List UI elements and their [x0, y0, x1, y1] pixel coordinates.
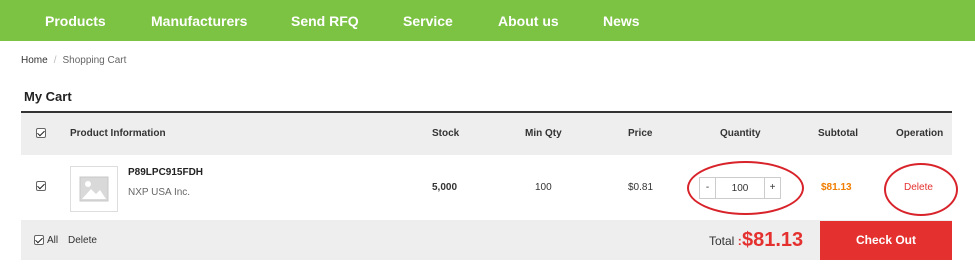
price-value: $0.81 — [628, 182, 654, 193]
header-product-information: Product Information — [70, 128, 166, 139]
cart-footer: All Delete Total : $81.13 Check Out — [21, 221, 952, 260]
nav-item-news[interactable]: News — [603, 0, 640, 41]
cart-row: P89LPC915FDH NXP USA Inc. 5,000 100 $0.8… — [21, 155, 952, 221]
delete-selected-link[interactable]: Delete — [68, 221, 97, 260]
stock-value: 5,000 — [432, 182, 458, 193]
breadcrumb-current: Shopping Cart — [62, 55, 127, 66]
header-operation: Operation — [896, 128, 944, 139]
nav-item-service[interactable]: Service — [403, 0, 453, 41]
header-subtotal: Subtotal — [818, 128, 858, 139]
annotation-circle-delete — [884, 163, 958, 216]
annotation-circle-quantity — [687, 161, 804, 215]
top-nav: Products Manufacturers Send RFQ Service … — [0, 0, 975, 41]
header-min-qty: Min Qty — [525, 128, 562, 139]
breadcrumb: Home / Shopping Cart — [21, 55, 126, 66]
subtotal-value: $81.13 — [821, 182, 852, 193]
total-label-text: Total — [709, 234, 735, 248]
nav-item-manufacturers[interactable]: Manufacturers — [151, 0, 247, 41]
header-stock: Stock — [432, 128, 460, 139]
cart-table-header: Product Information Stock Min Qty Price … — [21, 113, 952, 155]
product-part-number[interactable]: P89LPC915FDH — [128, 167, 203, 178]
nav-item-send-rfq[interactable]: Send RFQ — [291, 0, 359, 41]
nav-item-about-us[interactable]: About us — [498, 0, 559, 41]
row-checkbox[interactable] — [36, 181, 46, 191]
min-qty-value: 100 — [535, 182, 552, 193]
product-thumbnail[interactable] — [70, 166, 118, 212]
breadcrumb-home-link[interactable]: Home — [21, 55, 48, 66]
header-price: Price — [628, 128, 653, 139]
page-title: My Cart — [24, 89, 72, 104]
total-value: $81.13 — [742, 229, 804, 251]
breadcrumb-separator: / — [53, 55, 57, 66]
total-label: Total : — [709, 221, 742, 260]
header-quantity: Quantity — [720, 128, 761, 139]
nav-item-products[interactable]: Products — [45, 0, 106, 41]
image-placeholder-icon — [79, 176, 109, 202]
select-all-checkbox[interactable] — [34, 235, 44, 245]
product-manufacturer: NXP USA Inc. — [128, 187, 191, 198]
check-out-button[interactable]: Check Out — [820, 221, 952, 260]
select-all-header-checkbox[interactable] — [36, 128, 46, 138]
select-all-label: All — [47, 235, 59, 246]
